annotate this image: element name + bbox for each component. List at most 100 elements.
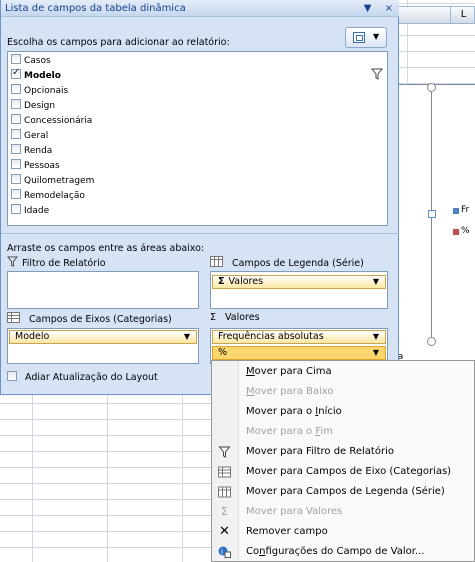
chart-resize-handle-top[interactable] xyxy=(427,83,436,92)
chevron-down-icon: ▼ xyxy=(373,32,380,41)
pill-label: % xyxy=(218,347,228,358)
field-quilometragem[interactable]: Quilometragem xyxy=(11,174,94,186)
field-checkbox[interactable] xyxy=(11,144,21,154)
drag-instructions: Arraste os campos entre as áreas abaixo: xyxy=(7,243,205,254)
values-area-label: Valores xyxy=(225,312,260,323)
axis-area-header: Campos de Eixos (Categorias) xyxy=(7,312,172,325)
chevron-down-icon[interactable]: ▼ xyxy=(373,331,379,343)
panel-divider xyxy=(1,233,399,234)
field-casos[interactable]: Casos xyxy=(11,54,51,66)
axis-area-label: Campos de Eixos (Categorias) xyxy=(29,314,172,325)
pill-label: Valores xyxy=(228,276,264,287)
field-idade[interactable]: Idade xyxy=(11,204,49,216)
field-label: Design xyxy=(24,101,56,111)
values-area-header: Σ Valores xyxy=(210,312,260,323)
legend-swatch-blue xyxy=(453,208,459,214)
menu-item-move-to-end: Mover para o Fim xyxy=(246,426,333,437)
defer-label: Adiar Atualização do Layout xyxy=(25,372,158,383)
field-remodelacao[interactable]: Remodelação xyxy=(11,189,85,201)
chart-area[interactable] xyxy=(398,84,475,360)
field-checkbox[interactable] xyxy=(11,84,21,94)
field-renda[interactable]: Renda xyxy=(11,144,52,156)
field-checkbox[interactable] xyxy=(11,114,21,124)
panel-subtitle: Escolha os campos para adicionar ao rela… xyxy=(7,37,230,48)
field-pessoas[interactable]: Pessoas xyxy=(11,159,60,171)
field-label: Pessoas xyxy=(24,161,60,171)
field-checkbox[interactable] xyxy=(11,204,21,214)
sigma-icon: Σ xyxy=(210,312,217,323)
legend-drop-area[interactable]: Σ Valores ▼ xyxy=(210,271,388,309)
chevron-down-icon[interactable]: ▼ xyxy=(184,331,190,343)
field-checkbox[interactable] xyxy=(11,54,21,64)
panel-options-chevron-icon[interactable]: ▼ xyxy=(364,3,372,14)
pill-label: Modelo xyxy=(15,331,50,342)
menu-item-move-to-report-filter[interactable]: Mover para Filtro de Relatório xyxy=(212,442,475,462)
column-header-l[interactable]: L xyxy=(451,7,475,23)
field-label: Quilometragem xyxy=(24,176,95,186)
filter-icon[interactable] xyxy=(371,68,383,80)
panel-title-bar[interactable]: Lista de campos da tabela dinâmica ▼ × xyxy=(1,0,399,17)
menu-item-move-to-values: Σ Mover para Valores xyxy=(212,502,475,522)
field-checkbox[interactable] xyxy=(11,174,21,184)
svg-text:i: i xyxy=(221,548,223,556)
field-list-layout-button[interactable]: ▼ xyxy=(345,27,387,48)
filter-icon xyxy=(6,256,19,267)
filter-area-label: Filtro de Relatório xyxy=(22,258,106,269)
defer-checkbox[interactable] xyxy=(7,371,17,381)
field-concessionaria[interactable]: Concessionária xyxy=(11,114,92,126)
defer-layout-update[interactable]: Adiar Atualização do Layout xyxy=(7,371,158,383)
axis-modelo-pill[interactable]: Modelo ▼ xyxy=(9,330,197,344)
legend-text-1: Fr xyxy=(461,205,470,215)
axis-fields-icon xyxy=(7,312,20,323)
filter-area-header: Filtro de Relatório xyxy=(6,256,106,269)
context-menu: Mover para Cima Mover para Baixo Mover p… xyxy=(211,360,475,562)
field-checkbox[interactable] xyxy=(11,99,21,109)
menu-item-remove-field[interactable]: ✕ Remover campo xyxy=(212,522,475,542)
field-opcionais[interactable]: Opcionais xyxy=(11,84,68,96)
chart-resize-handle-mid[interactable] xyxy=(428,210,436,218)
field-label: Geral xyxy=(24,131,49,141)
menu-item-move-down: Mover para Baixo xyxy=(246,386,334,397)
values-drop-area[interactable]: Frequências absolutas ▼ % ▼ xyxy=(210,328,388,364)
chevron-down-icon[interactable]: ▼ xyxy=(373,347,379,359)
field-checkbox[interactable] xyxy=(11,159,21,169)
field-checkbox[interactable] xyxy=(11,129,21,139)
field-label: Casos xyxy=(24,56,51,66)
field-label: Renda xyxy=(24,146,53,156)
legend-fields-icon xyxy=(210,256,223,267)
menu-item-move-to-start[interactable]: Mover para o Início xyxy=(212,402,475,422)
field-modelo[interactable]: Modelo xyxy=(11,67,61,81)
pivot-field-list-panel: Lista de campos da tabela dinâmica ▼ × E… xyxy=(0,0,399,395)
field-checkbox[interactable] xyxy=(11,189,21,199)
legend-text-2: % xyxy=(461,226,470,236)
field-label: Idade xyxy=(24,206,50,216)
menu-item-value-field-settings[interactable]: i Configurações do Campo de Valor... xyxy=(212,542,475,562)
legend-area-header: Campos de Legenda (Série) xyxy=(210,256,364,269)
menu-item-move-up[interactable]: Mover para Cima xyxy=(212,362,475,382)
column-header-k[interactable] xyxy=(399,7,451,23)
legend-fields-icon xyxy=(218,486,231,498)
field-label: Concessionária xyxy=(24,116,93,126)
chart-resize-handle-bottom[interactable] xyxy=(427,337,436,346)
sigma-icon: Σ xyxy=(218,276,225,287)
menu-item-move-to-axis-fields[interactable]: Mover para Campos de Eixo (Categorias) xyxy=(212,462,475,482)
field-list[interactable]: Casos Modelo Opcionais Design Concession… xyxy=(7,51,388,226)
field-checkbox-checked[interactable] xyxy=(11,67,21,79)
legend-values-pill[interactable]: Σ Valores ▼ xyxy=(212,275,386,289)
filter-drop-area[interactable] xyxy=(7,271,199,309)
field-label: Opcionais xyxy=(24,86,69,96)
menu-item-move-to-legend-fields[interactable]: Mover para Campos de Legenda (Série) xyxy=(212,482,475,502)
field-label: Remodelação xyxy=(24,191,85,201)
sigma-icon: Σ xyxy=(221,505,228,518)
panel-close-icon[interactable]: × xyxy=(385,3,393,14)
legend-area-label: Campos de Legenda (Série) xyxy=(232,258,364,269)
field-label: Modelo xyxy=(24,71,61,81)
chevron-down-icon[interactable]: ▼ xyxy=(373,276,379,288)
field-geral[interactable]: Geral xyxy=(11,129,48,141)
axis-drop-area[interactable]: Modelo ▼ xyxy=(7,328,199,364)
values-frequencias-pill[interactable]: Frequências absolutas ▼ xyxy=(212,330,386,344)
field-design[interactable]: Design xyxy=(11,99,55,111)
remove-x-icon: ✕ xyxy=(219,524,230,539)
values-percent-pill[interactable]: % ▼ xyxy=(212,346,386,360)
layout-icon xyxy=(353,32,365,43)
